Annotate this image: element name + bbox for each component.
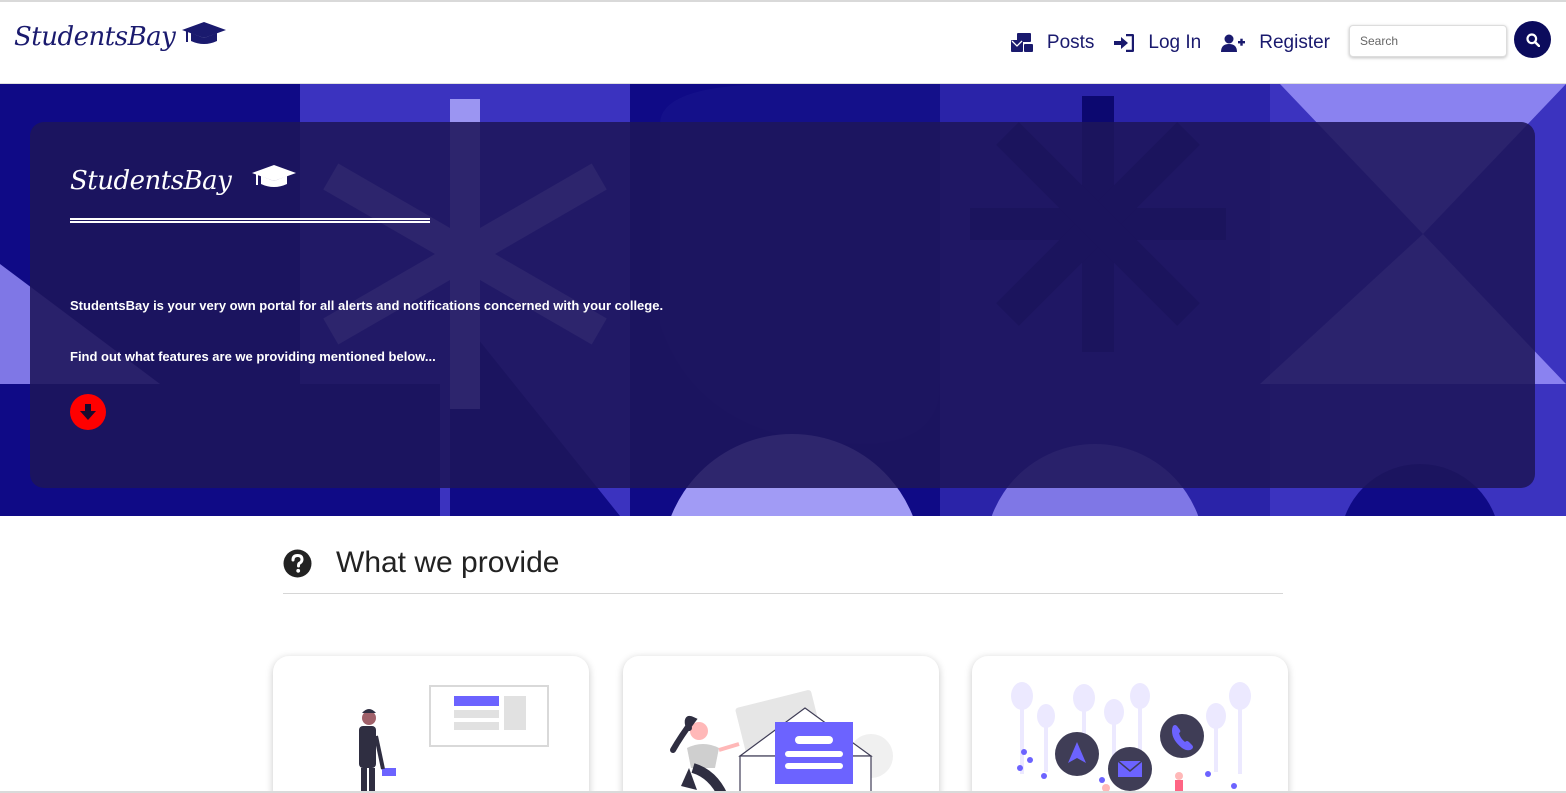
section-divider	[283, 593, 1283, 594]
hero-brand-name: StudentsBay	[70, 166, 232, 196]
hero-cta-text: Find out what features are we providing …	[70, 349, 436, 364]
hero-description: StudentsBay is your very own portal for …	[70, 298, 664, 313]
section-header: What we provide	[283, 546, 559, 580]
hero-card: StudentsBay StudentsBay is your very own…	[30, 122, 1535, 488]
brand-logo[interactable]: StudentsBay	[14, 22, 227, 52]
user-plus-icon	[1221, 34, 1246, 52]
mail-bulk-icon	[1010, 33, 1033, 52]
feature-card-contact[interactable]	[972, 656, 1288, 793]
nav-link-register[interactable]: Register	[1221, 32, 1330, 54]
sign-in-icon	[1114, 34, 1135, 52]
hero-banner: StudentsBay StudentsBay is your very own…	[0, 84, 1566, 516]
nav-link-label: Log In	[1148, 32, 1202, 53]
feature-card-alerts[interactable]	[623, 656, 939, 793]
hero-brand: StudentsBay	[70, 165, 297, 196]
feature-illustration	[359, 685, 549, 793]
feature-illustration	[1011, 682, 1251, 793]
navbar: StudentsBay Posts Log In Register Search	[0, 0, 1566, 84]
nav-link-posts[interactable]: Posts	[1010, 32, 1095, 54]
nav-link-label: Posts	[1046, 32, 1095, 53]
brand-name[interactable]: StudentsBay	[14, 22, 176, 52]
feature-illustration	[670, 690, 893, 793]
nav-links: Posts Log In Register	[991, 32, 1330, 54]
search-input[interactable]	[1349, 25, 1507, 57]
graduation-cap-icon	[182, 22, 227, 44]
search-button[interactable]	[1514, 21, 1551, 58]
nav-link-label: Register	[1259, 32, 1330, 53]
search-icon	[1525, 32, 1540, 47]
arrow-down-icon	[80, 404, 96, 420]
section-title: What we provide	[336, 546, 560, 579]
question-circle-icon	[283, 549, 312, 577]
nav-link-login[interactable]: Log In	[1114, 32, 1201, 54]
graduation-cap-icon	[252, 165, 297, 187]
hero-divider	[70, 218, 430, 223]
feature-card-notices[interactable]	[273, 656, 589, 793]
scroll-down-button[interactable]	[70, 394, 106, 430]
